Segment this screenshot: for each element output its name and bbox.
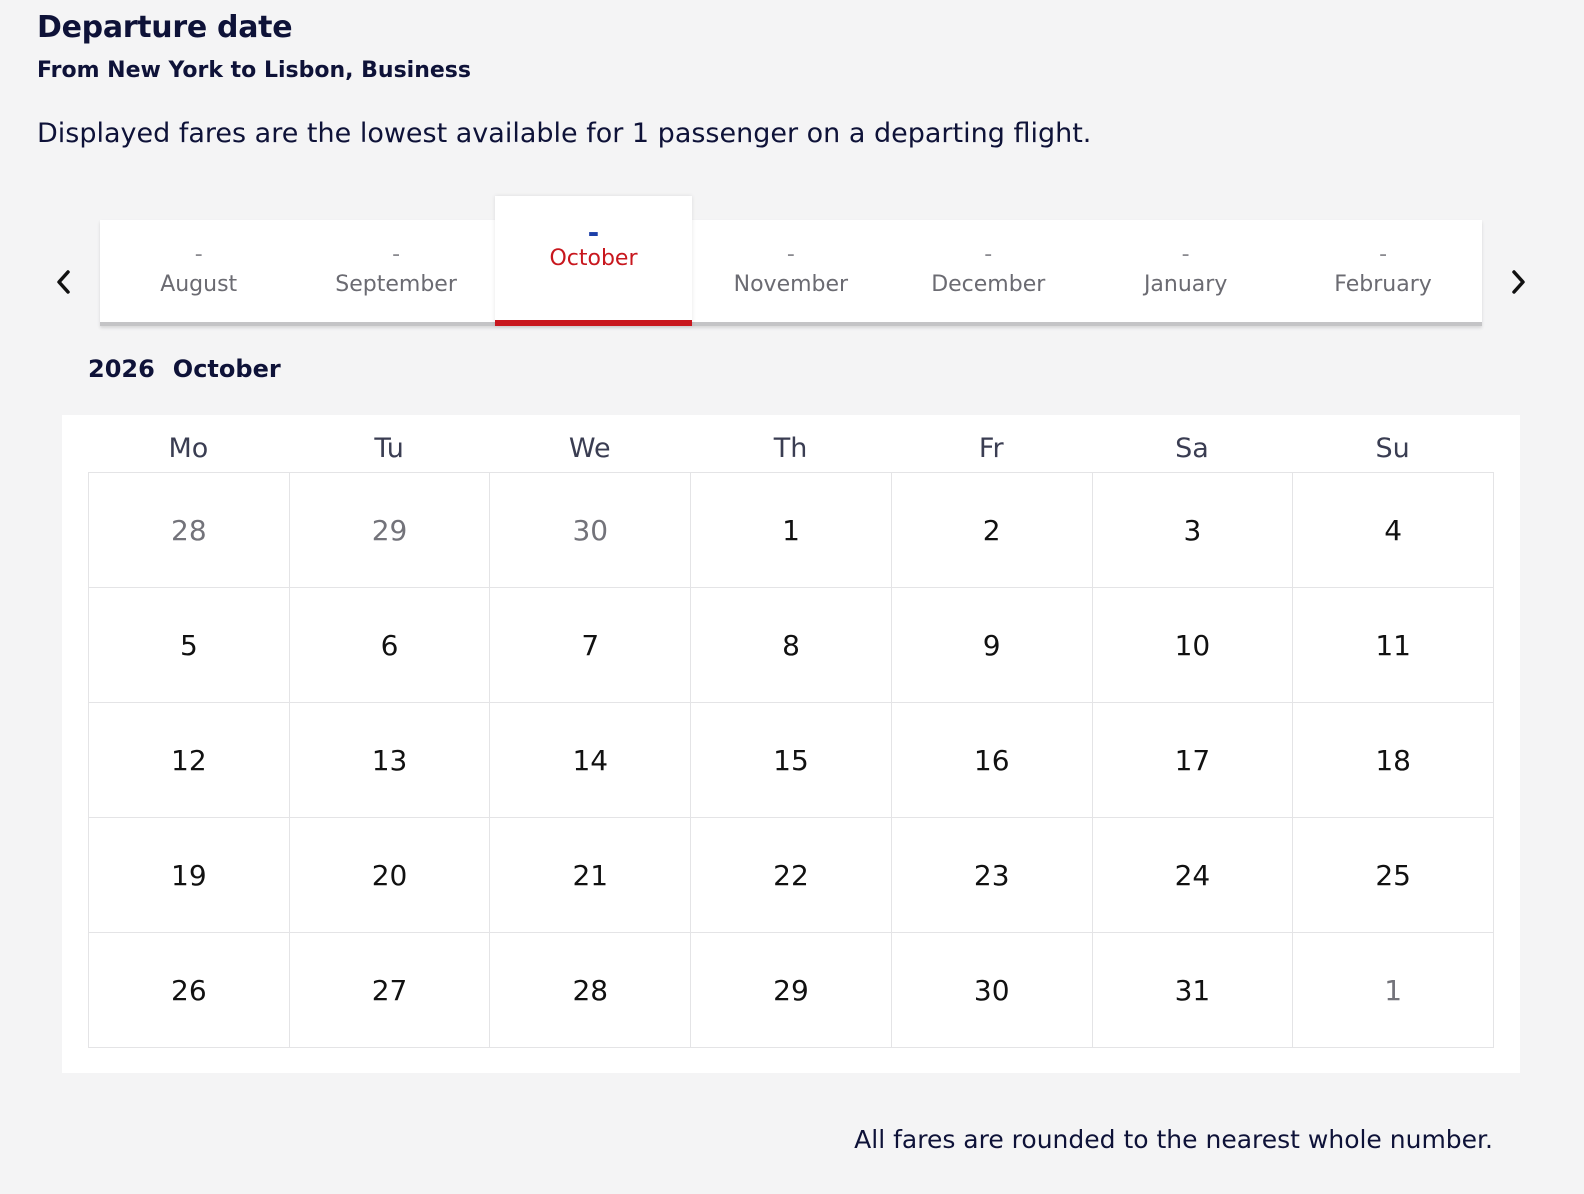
calendar-day[interactable]: 16 [891, 703, 1093, 818]
month-tab-label: October [549, 246, 638, 271]
calendar-day[interactable]: 7 [490, 588, 692, 703]
calendar-day[interactable]: 30 [891, 933, 1093, 1048]
departure-date-page: Departure date From New York to Lisbon, … [0, 0, 1584, 1194]
calendar-day[interactable]: 1 [691, 473, 892, 588]
month-tab-label: January [1143, 272, 1228, 297]
calendar-day[interactable]: 29 [691, 933, 892, 1048]
month-tabs: - August - September - October - November - Decem… [100, 196, 1482, 326]
weekday-header: Mo Tu We Th Fr Sa Su [88, 429, 1493, 473]
calendar-day[interactable]: 4 [1293, 473, 1494, 588]
calendar-day[interactable]: 3 [1092, 473, 1294, 588]
weekday-label: Su [1375, 433, 1410, 464]
calendar-day[interactable]: 22 [691, 818, 892, 933]
calendar-day[interactable]: 18 [1293, 703, 1494, 818]
month-tab-fare: - [194, 242, 203, 267]
month-tab-label: February [1334, 272, 1432, 297]
month-tab-december[interactable]: - December [890, 220, 1087, 322]
calendar-day[interactable]: 27 [289, 933, 491, 1048]
calendar-day[interactable]: 26 [89, 933, 290, 1048]
calendar-day[interactable]: 25 [1293, 818, 1494, 933]
weekday-label: Th [773, 433, 808, 464]
month-tab-fare: - [392, 242, 401, 267]
month-tab-august[interactable]: - August [100, 220, 297, 322]
calendar-day[interactable]: 21 [490, 818, 692, 933]
month-tab-fare: - [786, 242, 795, 267]
calendar-day[interactable]: 28 [490, 933, 692, 1048]
weekday-label: Fr [978, 433, 1004, 464]
month-tab-january[interactable]: - January [1087, 220, 1284, 322]
calendar-day[interactable]: 13 [289, 703, 491, 818]
calendar-day[interactable]: 10 [1092, 588, 1294, 703]
calendar-day[interactable]: 2 [891, 473, 1093, 588]
calendar-day[interactable]: 24 [1092, 818, 1294, 933]
month-tab-september[interactable]: - September [297, 220, 494, 322]
calendar-day[interactable]: 15 [691, 703, 892, 818]
calendar-year: 2026 [88, 355, 155, 383]
next-months-button[interactable] [1499, 260, 1539, 304]
calendar-card: Mo Tu We Th Fr Sa Su 28 29 30 1 2 3 4 5 6 7 8 9 10 11 12 13 14… [62, 415, 1520, 1073]
month-tab-label: August [160, 272, 238, 297]
fare-info-text: Displayed fares are the lowest available… [37, 118, 1092, 149]
chevron-left-icon [57, 270, 70, 294]
weekday-label: Mo [168, 433, 209, 464]
previous-months-button[interactable] [43, 260, 83, 304]
calendar-day[interactable]: 11 [1293, 588, 1494, 703]
month-tab-label: December [931, 272, 1046, 297]
calendar-day-outside-month[interactable]: 1 [1293, 933, 1494, 1048]
calendar-day[interactable]: 9 [891, 588, 1093, 703]
month-tab-november[interactable]: - November [692, 220, 889, 322]
calendar-day[interactable]: 14 [490, 703, 692, 818]
calendar-day[interactable]: 12 [89, 703, 290, 818]
month-tab-label: November [733, 272, 849, 297]
calendar-day[interactable]: 17 [1092, 703, 1294, 818]
calendar-day[interactable]: 20 [289, 818, 491, 933]
route-subtitle: From New York to Lisbon, Business [37, 58, 471, 83]
weekday-label: Sa [1175, 433, 1209, 464]
month-tab-october[interactable]: - October [494, 196, 693, 326]
calendar-day[interactable]: 5 [89, 588, 290, 703]
weekday-label: Tu [374, 433, 404, 464]
month-tab-fare: - [1379, 242, 1388, 267]
calendar-heading: 2026 October [88, 355, 281, 383]
rounding-footnote: All fares are rounded to the nearest who… [854, 1125, 1493, 1154]
month-tab-label: September [335, 272, 457, 297]
calendar-day[interactable]: 8 [691, 588, 892, 703]
calendar-day-outside-month[interactable]: 29 [289, 473, 491, 588]
page-title: Departure date [37, 10, 293, 45]
month-tab-february[interactable]: - February [1284, 220, 1481, 322]
calendar-day[interactable]: 19 [89, 818, 290, 933]
calendar-day[interactable]: 6 [289, 588, 491, 703]
calendar-day[interactable]: 23 [891, 818, 1093, 933]
month-tab-fare: - [1181, 242, 1190, 267]
calendar-day[interactable]: 31 [1092, 933, 1294, 1048]
month-tab-fare: - [984, 242, 993, 267]
day-grid: 28 29 30 1 2 3 4 5 6 7 8 9 10 11 12 13 14 15 16 17 18 19 20 21 2… [88, 472, 1494, 1048]
month-tab-fare: - [587, 216, 600, 249]
chevron-right-icon [1512, 270, 1525, 294]
calendar-day-outside-month[interactable]: 30 [490, 473, 692, 588]
weekday-label: We [568, 433, 611, 464]
calendar-day-outside-month[interactable]: 28 [89, 473, 290, 588]
calendar-month: October [172, 355, 281, 383]
